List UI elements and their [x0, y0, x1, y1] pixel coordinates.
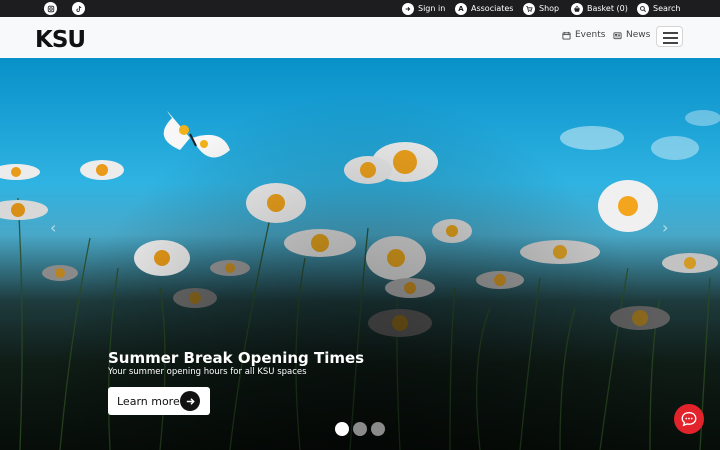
search-label: Search — [653, 4, 681, 13]
hamburger-icon — [663, 32, 678, 34]
calendar-icon — [562, 31, 571, 40]
learn-more-label: Learn more — [117, 394, 180, 408]
arrow-right-icon — [180, 391, 200, 411]
associates-link[interactable]: A Associates — [455, 2, 513, 15]
carousel-next-button[interactable]: › — [662, 218, 668, 237]
carousel-indicator-1[interactable] — [335, 422, 349, 436]
sign-in-link[interactable]: Sign in — [402, 2, 445, 15]
instagram-icon — [47, 5, 54, 12]
carousel-indicator-3[interactable] — [371, 422, 385, 436]
learn-more-button[interactable]: Learn more — [108, 387, 210, 415]
nav-news-label: News — [626, 30, 651, 40]
search-icon — [637, 2, 649, 15]
top-utility-bar: Sign in A Associates Shop Basket (0) Sea… — [0, 0, 720, 17]
sign-in-icon — [402, 2, 414, 15]
chat-button[interactable] — [674, 404, 704, 434]
tiktok-link[interactable] — [72, 2, 85, 15]
basket-label: Basket (0) — [587, 4, 628, 13]
instagram-link[interactable] — [44, 2, 57, 15]
basket-link[interactable]: Basket (0) — [571, 2, 628, 15]
nav-news[interactable]: News — [613, 30, 650, 40]
hero-title: Summer Break Opening Times — [108, 349, 365, 367]
hero-subtitle: Your summer opening hours for all KSU sp… — [108, 367, 307, 377]
site-logo[interactable]: KSU — [35, 27, 86, 53]
sign-in-label: Sign in — [418, 4, 446, 13]
main-header: KSU Events News — [0, 17, 720, 59]
newspaper-icon — [613, 31, 622, 39]
associates-icon: A — [455, 2, 467, 15]
shop-label: Shop — [539, 4, 560, 13]
associates-label: Associates — [471, 4, 514, 13]
chat-bubble-icon — [681, 412, 697, 427]
carousel-indicator-2[interactable] — [353, 422, 367, 436]
menu-toggle-button[interactable] — [656, 26, 683, 47]
basket-icon — [571, 2, 583, 15]
shop-link[interactable]: Shop — [523, 2, 559, 15]
nav-events[interactable]: Events — [562, 30, 605, 40]
carousel-prev-button[interactable]: ‹ — [50, 218, 56, 237]
tiktok-icon — [75, 5, 81, 12]
cart-icon — [523, 2, 535, 15]
nav-events-label: Events — [575, 30, 606, 40]
search-link[interactable]: Search — [637, 2, 680, 15]
